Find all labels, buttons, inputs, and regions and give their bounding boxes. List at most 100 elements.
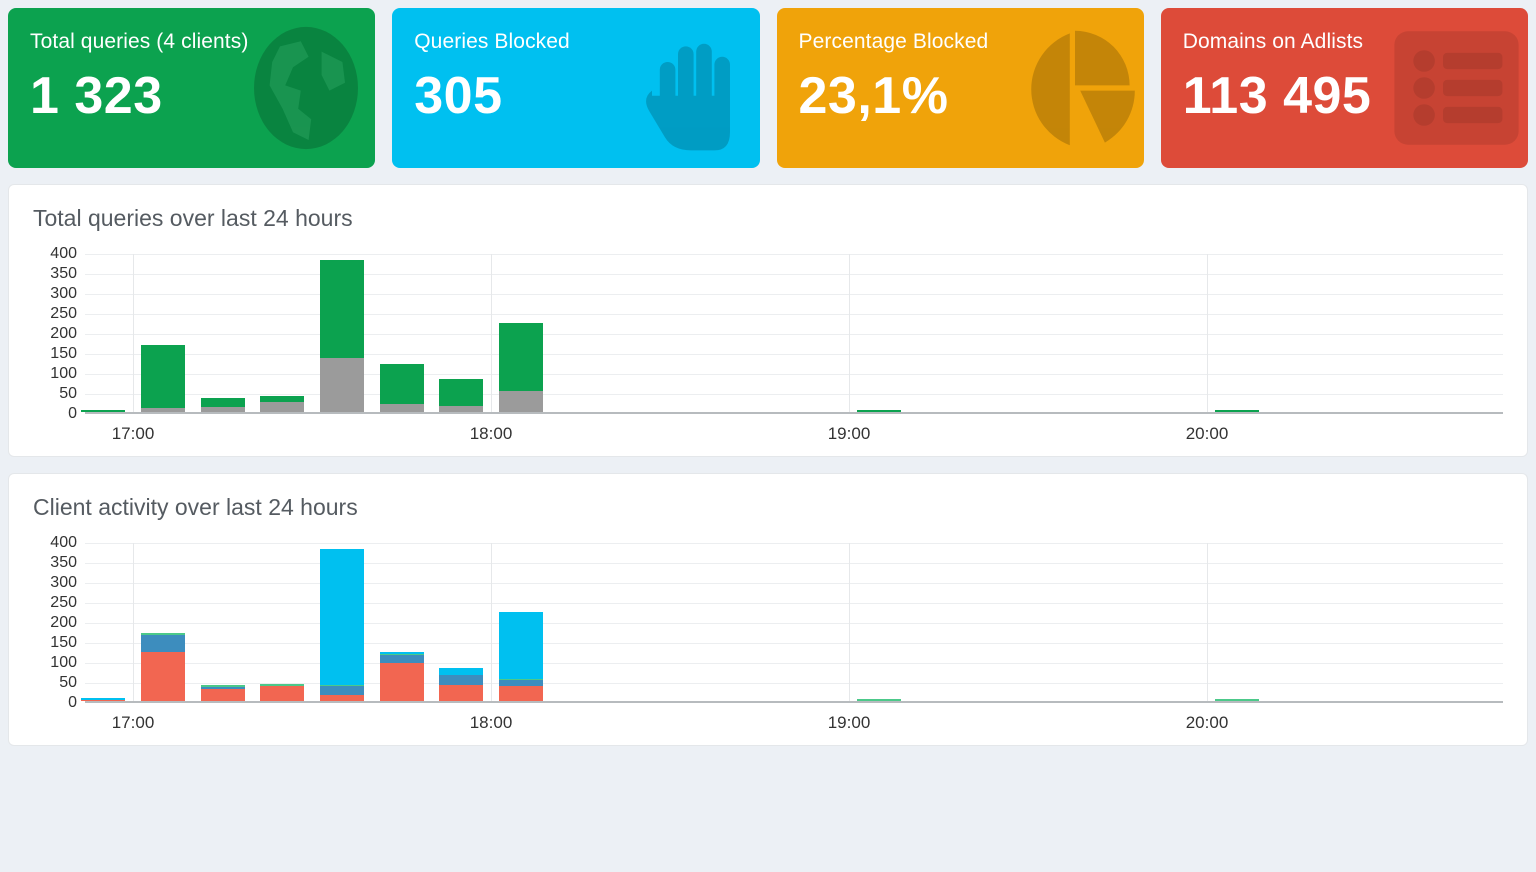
bar[interactable] [856, 541, 901, 701]
dashboard-page: Total queries (4 clients) 1 323 Queries … [0, 0, 1536, 872]
y-axis-tick: 400 [50, 245, 77, 262]
panel-title: Client activity over last 24 hours [33, 494, 358, 520]
stat-card-domains-on-adlists[interactable]: Domains on Adlists 113 495 [1160, 8, 1528, 168]
y-axis-tick: 50 [59, 674, 77, 691]
bar[interactable] [81, 541, 126, 701]
bar[interactable] [260, 252, 305, 412]
stat-card-label: Total queries (4 clients) [30, 30, 249, 53]
bar-segment [439, 685, 484, 701]
plot-area-1: 0 50 100 150 200 250 300 350 400 17:00 18:00 19:00 2… [50, 534, 1503, 732]
x-gridline [849, 254, 850, 412]
bar-segment [498, 323, 543, 392]
x-axis-tick: 17:00 [111, 424, 155, 443]
stat-card-value: 305 [414, 67, 503, 126]
stat-card-value: 113 495 [1182, 67, 1372, 126]
plot-area-0: 0 50 100 150 200 250 300 350 400 17:00 18:00 19:00 2… [50, 245, 1503, 443]
bar[interactable] [856, 252, 901, 412]
bar-segment [260, 685, 305, 701]
y-axis-tick: 300 [50, 285, 77, 302]
x-axis-tick: 18:00 [469, 713, 513, 732]
stat-card-value: 23,1% [798, 67, 949, 126]
bar-segment [260, 683, 305, 686]
bar-segment [379, 364, 424, 404]
bar[interactable] [319, 252, 364, 412]
x-gridline [1207, 543, 1208, 701]
y-axis-tick: 250 [50, 594, 77, 611]
x-gridline [491, 543, 492, 701]
bar[interactable] [498, 252, 543, 412]
bar-segment [140, 633, 185, 636]
y-axis-tick: 350 [50, 265, 77, 282]
bar[interactable] [379, 252, 424, 412]
bar-segment [319, 695, 364, 701]
bar-segment [1214, 410, 1259, 412]
x-axis-tick: 18:00 [469, 424, 513, 443]
chart-total-queries[interactable]: 0 50 100 150 200 250 300 350 400 17:00 18:00 19:00 2… [23, 245, 1513, 446]
bar-segment [379, 404, 424, 412]
bar[interactable] [498, 541, 543, 701]
panel-total-queries: Total queries over last 24 hours 0 50 100 1… [8, 184, 1528, 457]
bar[interactable] [260, 541, 305, 701]
stat-card-label: Queries Blocked [414, 30, 570, 53]
y-axis-tick: 50 [59, 385, 77, 402]
x-gridline [1207, 254, 1208, 412]
bar-segment [260, 402, 305, 412]
y-axis-tick: 200 [50, 614, 77, 631]
y-axis-tick: 400 [50, 534, 77, 551]
bar[interactable] [140, 541, 185, 701]
x-axis-tick: 19:00 [827, 424, 871, 443]
bar-segment [140, 635, 185, 653]
stat-card-queries-blocked[interactable]: Queries Blocked 305 [392, 8, 760, 168]
y-axis-tick: 0 [68, 694, 77, 711]
bar-segment [856, 699, 901, 701]
panel-client-activity: Client activity over last 24 hours 0 50 10… [8, 473, 1528, 746]
y-axis-tick: 100 [50, 654, 77, 671]
bar[interactable] [319, 541, 364, 701]
y-axis-tick: 100 [50, 365, 77, 382]
bar[interactable] [439, 541, 484, 701]
bar-segment [439, 668, 484, 675]
stat-card-label: Percentage Blocked [798, 30, 989, 53]
bar-segment [140, 408, 185, 412]
bar-segment [140, 345, 185, 408]
bar-segment [439, 675, 484, 685]
y-axis-tick: 300 [50, 574, 77, 591]
x-axis-tick: 20:00 [1185, 713, 1229, 732]
bar[interactable] [439, 252, 484, 412]
bar-segment [81, 698, 126, 701]
bar-segment [1214, 699, 1259, 701]
bar-segment [319, 260, 364, 358]
bar[interactable] [1214, 252, 1259, 412]
bar[interactable] [1214, 541, 1259, 701]
bar-segment [379, 663, 424, 701]
bar-segment [200, 688, 245, 701]
y-axis-tick: 150 [50, 634, 77, 651]
stat-card-label: Domains on Adlists [1182, 30, 1364, 53]
chart-client-activity[interactable]: 0 50 100 150 200 250 300 350 400 17:00 18:00 19:00 2… [23, 534, 1513, 735]
bar-segment [498, 612, 543, 679]
stat-cards-row: Total queries (4 clients) 1 323 Queries … [8, 8, 1528, 168]
bar[interactable] [200, 541, 245, 701]
x-gridline [849, 543, 850, 701]
bar[interactable] [379, 541, 424, 701]
bar-segment [439, 379, 484, 406]
bar[interactable] [81, 252, 126, 412]
stat-card-percentage-blocked[interactable]: Percentage Blocked 23,1% [776, 8, 1144, 168]
x-gridline [133, 543, 134, 701]
x-axis-tick: 19:00 [827, 713, 871, 732]
bar-segment [140, 652, 185, 701]
y-axis-tick: 350 [50, 554, 77, 571]
bar-segment [200, 685, 245, 688]
bar-segment [319, 549, 364, 686]
bar-segment [81, 410, 126, 412]
bar[interactable] [200, 252, 245, 412]
x-axis-tick: 20:00 [1185, 424, 1229, 443]
bar[interactable] [140, 252, 185, 412]
y-axis-tick: 250 [50, 305, 77, 322]
panel-title: Total queries over last 24 hours [33, 205, 353, 231]
bar-segment [498, 685, 543, 701]
bar-segment [498, 680, 543, 686]
x-axis-tick: 17:00 [111, 713, 155, 732]
stat-card-total-queries[interactable]: Total queries (4 clients) 1 323 [8, 8, 376, 168]
stat-card-value: 1 323 [30, 67, 163, 126]
